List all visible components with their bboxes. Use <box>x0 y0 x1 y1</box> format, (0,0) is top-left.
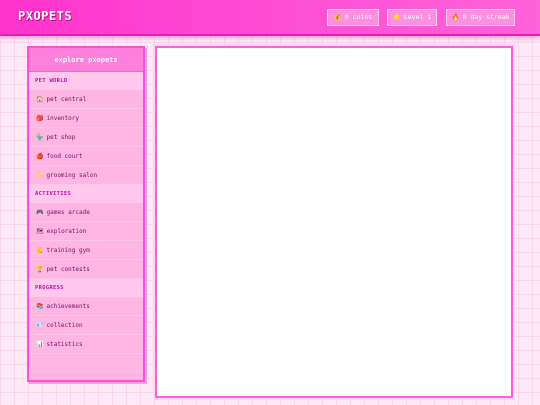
sidebar-item-grooming-salon[interactable]: ✨ grooming salon <box>29 166 143 185</box>
shop-icon: 🏪 <box>36 134 44 141</box>
sidebar-item-label: food court <box>46 153 83 160</box>
sidebar-item-label: pet contests <box>46 266 90 273</box>
sparkle-icon: ✨ <box>36 172 44 179</box>
streak-label: 0 day streak <box>462 13 510 21</box>
fire-icon: 🔥 <box>451 13 460 21</box>
trophy-icon: 🏆 <box>36 266 44 273</box>
food-icon: 🍎 <box>36 153 44 160</box>
main-content-panel <box>155 46 513 398</box>
map-icon: 🗺 <box>36 228 44 235</box>
sidebar-item-label: collection <box>46 322 83 329</box>
muscle-icon: 💪 <box>36 247 44 254</box>
level-badge: ⭐ Level 1 <box>387 9 437 26</box>
books-icon: 📚 <box>36 303 44 310</box>
sidebar-item-achievements[interactable]: 📚 achievements <box>29 297 143 316</box>
sidebar-item-label: pet shop <box>46 134 76 141</box>
app-logo[interactable]: PXOPETS <box>18 9 72 23</box>
sidebar-item-label: grooming salon <box>46 172 98 179</box>
sidebar-item-food-court[interactable]: 🍎 food court <box>29 147 143 166</box>
streak-badge: 🔥 0 day streak <box>446 9 515 26</box>
section-progress: PROGRESS <box>29 279 143 297</box>
sidebar-item-collection[interactable]: 💎 collection <box>29 316 143 335</box>
sidebar-item-training-gym[interactable]: 💪 training gym <box>29 241 143 260</box>
sidebar-item-label: exploration <box>46 228 87 235</box>
sidebar-item-pet-shop[interactable]: 🏪 pet shop <box>29 128 143 147</box>
sidebar-item-label: training gym <box>46 247 90 254</box>
sidebar-item-label: pet central <box>46 96 87 103</box>
section-pet-world: PET WORLD <box>29 72 143 90</box>
sidebar-item-exploration[interactable]: 🗺 exploration <box>29 222 143 241</box>
sidebar-item-statistics[interactable]: 📊 statistics <box>29 335 143 354</box>
sidebar-item-pet-central[interactable]: 🏠 pet central <box>29 90 143 109</box>
backpack-icon: 🎒 <box>36 115 44 122</box>
sidebar-item-label: games arcade <box>46 209 90 216</box>
coins-badge: 💰 0 coins <box>327 9 379 26</box>
sidebar-nav: explore pxopets PET WORLD 🏠 pet central 🎒… <box>27 46 145 382</box>
sidebar-item-pet-contests[interactable]: 🏆 pet contests <box>29 260 143 279</box>
chart-icon: 📊 <box>36 341 44 348</box>
section-activities: ACTIVITIES <box>29 185 143 203</box>
sidebar-item-label: inventory <box>46 115 79 122</box>
gem-icon: 💎 <box>36 322 44 329</box>
coins-label: 0 coins <box>344 13 373 21</box>
sidebar-item-label: achievements <box>46 303 90 310</box>
sidebar-item-label: statistics <box>46 341 83 348</box>
top-bar: PXOPETS 💰 0 coins ⭐ Level 1 🔥 0 day streak <box>0 0 540 36</box>
sidebar-item-games-arcade[interactable]: 🎮 games arcade <box>29 203 143 222</box>
gamepad-icon: 🎮 <box>36 209 44 216</box>
sidebar-title: explore pxopets <box>29 48 143 72</box>
house-icon: 🏠 <box>36 96 44 103</box>
coin-icon: 💰 <box>333 13 342 21</box>
star-icon: ⭐ <box>392 13 401 21</box>
level-label: Level 1 <box>403 13 432 21</box>
sidebar-item-inventory[interactable]: 🎒 inventory <box>29 109 143 128</box>
